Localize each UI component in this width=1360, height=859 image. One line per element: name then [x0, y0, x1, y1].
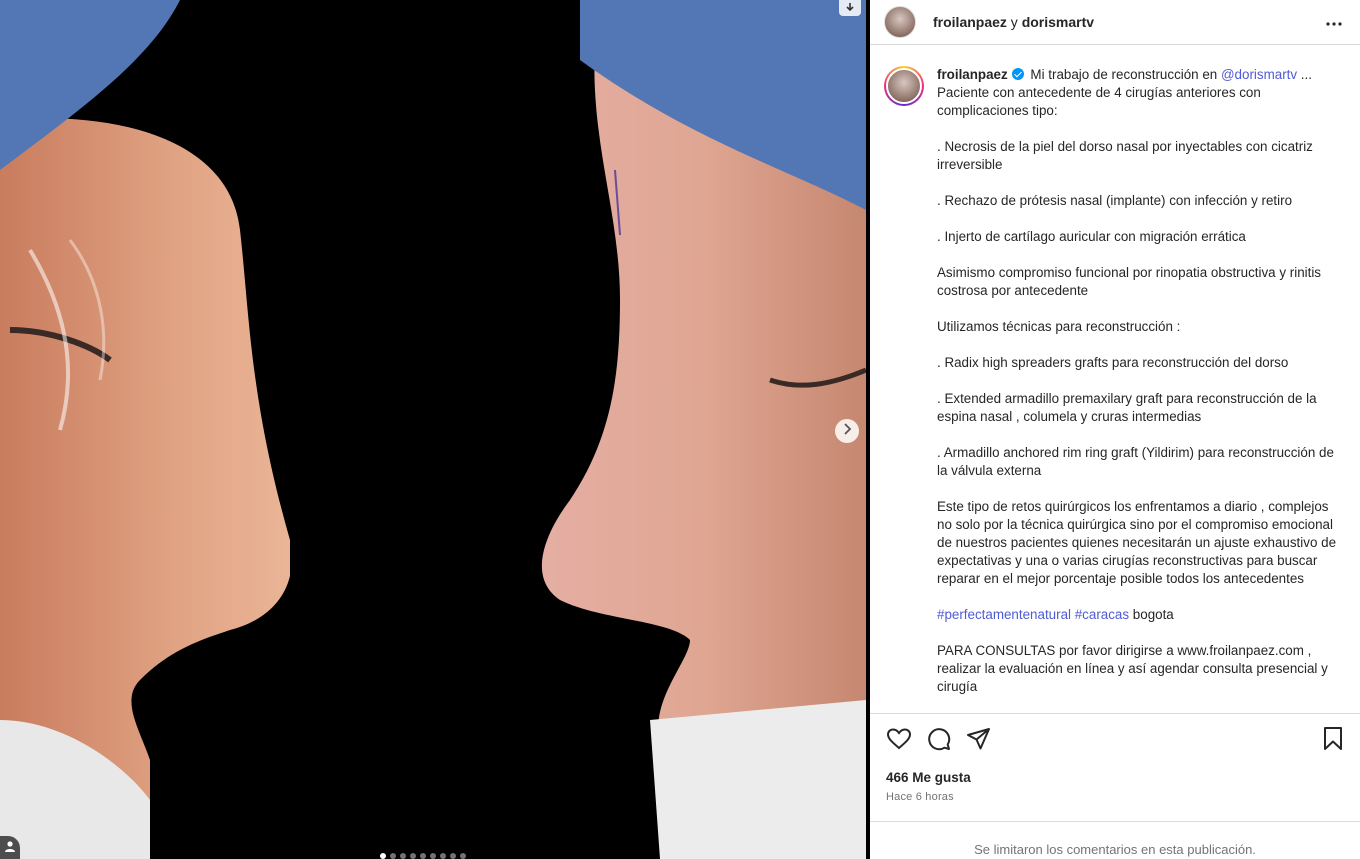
- author-link-2[interactable]: dorismartv: [1022, 14, 1094, 30]
- carousel-dot: [430, 853, 436, 859]
- caption-intro: Mi trabajo de reconstrucción en: [1030, 67, 1221, 82]
- consult-paragraph: PARA CONSULTAS por favor dirigirse a www…: [937, 643, 1328, 694]
- carousel-dot: [390, 853, 396, 859]
- share-button[interactable]: [966, 727, 992, 755]
- post-authors: froilanpaez y dorismartv: [933, 14, 1322, 30]
- comments-limited-notice: Se limitaron los comentarios en esta pub…: [870, 821, 1360, 859]
- caption-area[interactable]: froilanpaez Mi trabajo de reconstrucción…: [870, 46, 1360, 712]
- chevron-right-icon: [842, 422, 852, 440]
- verified-icon: [1011, 68, 1024, 80]
- carousel-dot: [440, 853, 446, 859]
- hashtag-tail: bogota: [1129, 607, 1174, 622]
- post-header: froilanpaez y dorismartv: [870, 0, 1360, 45]
- avatar[interactable]: [884, 6, 916, 38]
- download-icon[interactable]: [839, 0, 861, 16]
- caption-paragraph: Este tipo de retos quirúrgicos los enfre…: [937, 499, 1337, 586]
- more-options-button[interactable]: [1322, 10, 1346, 34]
- hashtag-link[interactable]: #perfectamentenatural: [937, 607, 1071, 622]
- carousel-indicator: [380, 853, 466, 859]
- post-timestamp[interactable]: Hace 6 horas: [886, 791, 1346, 803]
- carousel-dot: [410, 853, 416, 859]
- mention-link[interactable]: @dorismartv: [1221, 67, 1297, 82]
- bookmark-icon: [1323, 726, 1343, 756]
- caption-paragraph: Paciente con antecedente de 4 cirugías a…: [937, 85, 1261, 118]
- caption-paragraph: Asimismo compromiso funcional por rinopa…: [937, 265, 1322, 298]
- carousel-dot: [400, 853, 406, 859]
- caption-paragraphs: Paciente con antecedente de 4 cirugías a…: [937, 84, 1346, 588]
- user-icon: [4, 839, 16, 857]
- post-media[interactable]: [0, 0, 866, 859]
- caption-ellipsis: ...: [1297, 67, 1312, 82]
- caption-text: froilanpaez Mi trabajo de reconstrucción…: [937, 66, 1346, 696]
- caption-avatar[interactable]: [884, 66, 924, 106]
- hashtag-link[interactable]: #caracas: [1075, 607, 1129, 622]
- caption-paragraph: . Extended armadillo premaxilary graft p…: [937, 391, 1317, 424]
- carousel-dot: [450, 853, 456, 859]
- caption-paragraph: . Rechazo de prótesis nasal (implante) c…: [937, 193, 1293, 208]
- caption-paragraph: . Necrosis de la piel del dorso nasal po…: [937, 139, 1313, 172]
- caption-paragraph: . Injerto de cartílago auricular con mig…: [937, 229, 1246, 244]
- save-button[interactable]: [1320, 726, 1346, 756]
- post-actions: 466 Me gusta Hace 6 horas: [870, 713, 1360, 803]
- after-photo: [540, 0, 866, 859]
- caption-paragraph: Utilizamos técnicas para reconstrucción …: [937, 319, 1181, 334]
- like-button[interactable]: [886, 727, 912, 755]
- comment-icon: [927, 727, 951, 756]
- comment-button[interactable]: [926, 727, 952, 756]
- carousel-dot: [380, 853, 386, 859]
- carousel-dot: [460, 853, 466, 859]
- tagged-users-button[interactable]: [0, 836, 20, 859]
- more-icon: [1326, 13, 1342, 31]
- carousel-dot: [420, 853, 426, 859]
- post-panel: froilanpaez y dorismartv froilanpaez Mi …: [870, 0, 1360, 859]
- before-photo: [0, 0, 290, 859]
- caption-first-line: froilanpaez Mi trabajo de reconstrucción…: [937, 66, 1346, 84]
- share-icon: [967, 727, 991, 755]
- caption-username[interactable]: froilanpaez: [937, 67, 1008, 82]
- likes-count[interactable]: 466 Me gusta: [886, 770, 1346, 785]
- hashtags-line: #perfectamentenatural #caracas bogota: [937, 606, 1346, 624]
- next-slide-button[interactable]: [835, 419, 859, 443]
- caption-paragraph: . Armadillo anchored rim ring graft (Yil…: [937, 445, 1334, 478]
- author-link-1[interactable]: froilanpaez: [933, 14, 1007, 30]
- caption-paragraph: . Radix high spreaders grafts para recon…: [937, 355, 1289, 370]
- authors-connector: y: [1006, 14, 1022, 30]
- heart-icon: [886, 727, 912, 755]
